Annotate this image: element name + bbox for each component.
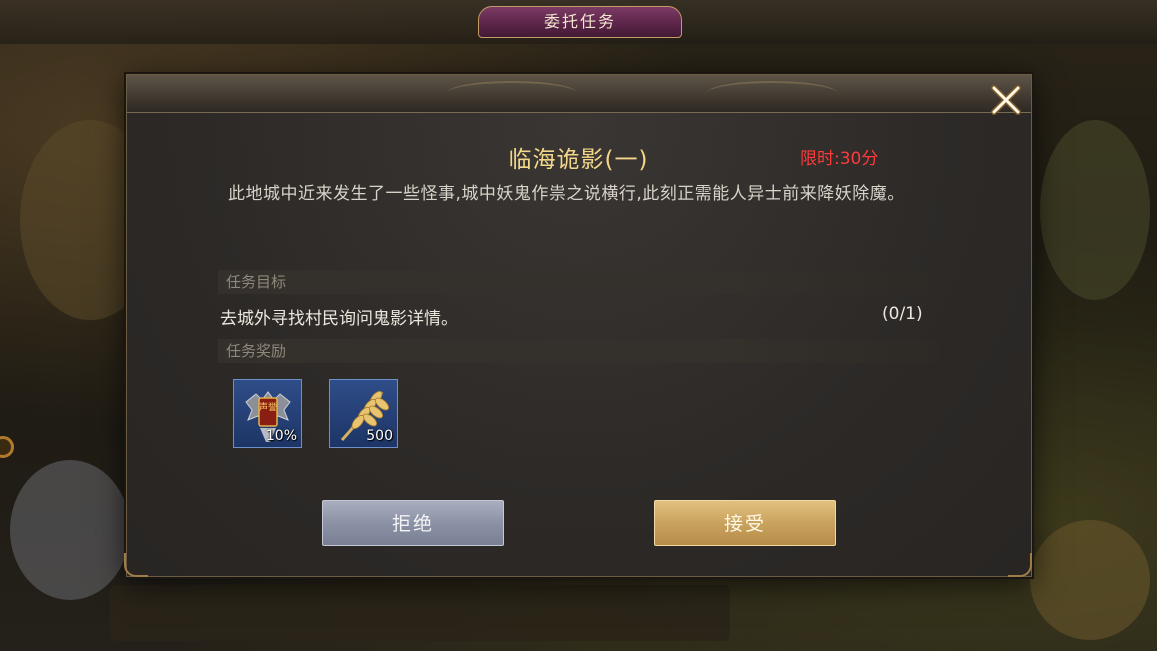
objective-progress: (0/1)	[882, 304, 923, 324]
reward-item-reputation[interactable]: 声誉 10%	[233, 379, 302, 448]
reward-quantity: 500	[366, 428, 393, 444]
scene-terrain	[1030, 520, 1150, 640]
close-button[interactable]	[986, 80, 1026, 120]
reward-quantity: 10%	[265, 428, 297, 444]
corner-ornament	[1008, 553, 1032, 577]
side-menu-icon[interactable]	[0, 436, 14, 458]
header-ornament-right	[707, 81, 837, 105]
reject-button[interactable]: 拒绝	[322, 500, 504, 546]
quest-description: 此地城中近来发生了一些怪事,城中妖鬼作祟之说横行,此刻正需能人异士前来降妖除魔。	[228, 184, 905, 204]
reward-badge-text-1: 声誉	[259, 401, 277, 413]
header-ornament-left	[447, 81, 577, 105]
scene-character	[10, 460, 130, 600]
close-x-icon	[991, 85, 1021, 115]
dialog-header	[127, 75, 1031, 113]
game-bottom-bar	[110, 585, 730, 641]
reward-header: 任务奖励	[218, 339, 940, 363]
quest-title: 临海诡影(一)	[508, 147, 649, 173]
objective-text: 去城外寻找村民询问鬼影详情。	[220, 309, 458, 329]
reward-item-grain[interactable]: 500	[329, 379, 398, 448]
objective-header: 任务目标	[218, 270, 940, 294]
corner-ornament	[124, 553, 148, 577]
accept-button[interactable]: 接受	[654, 500, 836, 546]
time-limit-label: 限时:30分	[800, 149, 879, 169]
dialog-title: 委托任务	[478, 6, 682, 38]
